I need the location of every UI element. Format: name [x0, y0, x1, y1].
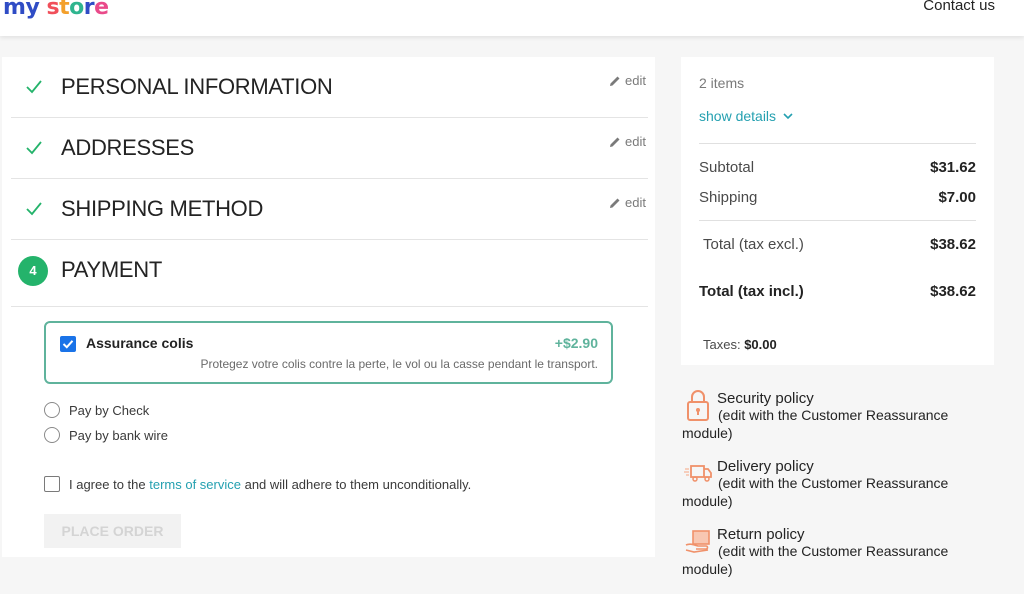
insurance-title: Assurance colis [86, 335, 194, 351]
header: my store Contact us [0, 0, 1024, 36]
check-icon [26, 202, 42, 216]
edit-label: edit [625, 73, 646, 88]
logo-letter: t [59, 0, 70, 20]
logo-letter: y [25, 0, 40, 20]
payment-option-bank-wire[interactable]: Pay by bank wire [44, 426, 168, 444]
edit-addresses[interactable]: edit [609, 134, 646, 149]
taxes-label: Taxes: [703, 337, 745, 352]
place-order-button[interactable]: PLACE ORDER [44, 514, 181, 548]
edit-label: edit [625, 195, 646, 210]
step-addresses[interactable]: ADDRESSES edit [11, 118, 648, 179]
payment-option-label: Pay by Check [69, 402, 150, 418]
edit-label: edit [625, 134, 646, 149]
lock-icon [687, 390, 709, 421]
insurance-price: +$2.90 [554, 335, 598, 351]
reassurance-security: Security policy (edit with the Customer … [682, 390, 982, 441]
reassurance-title: Delivery policy [717, 458, 814, 475]
step-personal-information[interactable]: PERSONAL INFORMATION edit [11, 57, 648, 118]
items-count: 2 items [699, 75, 745, 91]
total-excl-value: $38.62 [930, 236, 976, 253]
total-excl-label: Total (tax excl.) [703, 236, 804, 253]
checkout-steps: PERSONAL INFORMATION edit ADDRESSES edit… [2, 57, 655, 557]
pencil-icon [610, 137, 620, 147]
chevron-down-icon [783, 113, 793, 120]
reassurance-note: (edit with the Customer Reassurance [718, 543, 949, 559]
cart-summary: 2 items show details Subtotal $31.62 Shi… [681, 57, 994, 365]
show-details-toggle[interactable]: show details [699, 108, 794, 124]
reassurance-title: Security policy [717, 390, 814, 407]
step-payment: 4 PAYMENT [11, 240, 648, 307]
terms-text: I agree to the terms of service and will… [69, 477, 471, 492]
total-incl-row: Total (tax incl.) $38.62 [699, 283, 976, 300]
step-title: SHIPPING METHOD [61, 196, 264, 221]
contact-us-link[interactable]: Contact us [923, 0, 995, 14]
step-number-badge: 4 [18, 256, 48, 286]
edit-shipping-method[interactable]: edit [609, 195, 646, 210]
shipping-label: Shipping [699, 189, 758, 206]
reassurance-note: (edit with the Customer Reassurance [718, 475, 949, 491]
store-logo[interactable]: my store [3, 0, 109, 20]
total-incl-value: $38.62 [930, 283, 976, 300]
shipping-value: $7.00 [938, 189, 976, 206]
checkmark-icon [62, 340, 74, 349]
taxes-row: Taxes: $0.00 [703, 337, 777, 352]
pencil-icon [610, 76, 620, 86]
shipping-row: Shipping $7.00 [699, 189, 976, 206]
logo-letter [39, 0, 46, 20]
logo-letter: m [3, 0, 26, 20]
radio-button[interactable] [44, 402, 60, 418]
terms-checkbox[interactable] [44, 476, 60, 492]
terms-agreement: I agree to the terms of service and will… [44, 475, 471, 493]
terms-text-after: and will adhere to them unconditionally. [240, 476, 472, 492]
reassurance-note-end: module) [682, 425, 733, 441]
step-shipping-method[interactable]: SHIPPING METHOD edit [11, 179, 648, 240]
logo-letter: s [46, 0, 60, 20]
reassurance-title: Return policy [717, 526, 805, 543]
step-title: ADDRESSES [61, 135, 195, 160]
reassurance-note-end: module) [682, 493, 733, 509]
reassurance-note-end: module) [682, 561, 733, 577]
taxes-value: $0.00 [744, 337, 777, 352]
truck-icon [684, 465, 712, 482]
show-details-label: show details [699, 108, 777, 124]
insurance-checkbox[interactable] [60, 336, 76, 352]
step-title: PAYMENT [61, 257, 162, 282]
payment-option-label: Pay by bank wire [69, 427, 168, 443]
total-incl-label: Total (tax incl.) [699, 283, 804, 300]
subtotal-label: Subtotal [699, 159, 755, 176]
logo-letter: o [69, 0, 84, 20]
divider [699, 143, 976, 144]
reassurance-return: Return policy (edit with the Customer Re… [682, 526, 982, 577]
pencil-icon [610, 198, 620, 208]
step-title: PERSONAL INFORMATION [61, 74, 333, 99]
check-icon [26, 141, 42, 155]
reassurance-delivery: Delivery policy (edit with the Customer … [682, 458, 982, 509]
subtotal-row: Subtotal $31.62 [699, 159, 976, 176]
edit-personal-information[interactable]: edit [609, 73, 646, 88]
insurance-description: Protegez votre colis contre la perte, le… [200, 357, 598, 371]
payment-option-check[interactable]: Pay by Check [44, 401, 149, 419]
logo-letter: r [83, 0, 95, 20]
terms-of-service-link[interactable]: terms of service [149, 477, 241, 492]
return-box-icon [685, 530, 710, 553]
total-excl-row: Total (tax excl.) $38.62 [703, 236, 976, 253]
subtotal-value: $31.62 [930, 159, 976, 176]
reassurance-note: (edit with the Customer Reassurance [718, 407, 949, 423]
terms-text-before: I agree to the [69, 476, 150, 492]
logo-letter: e [94, 0, 109, 20]
insurance-option[interactable]: Assurance colis +$2.90 Protegez votre co… [44, 321, 613, 384]
check-icon [26, 80, 42, 94]
radio-button[interactable] [44, 427, 60, 443]
divider [699, 220, 976, 221]
